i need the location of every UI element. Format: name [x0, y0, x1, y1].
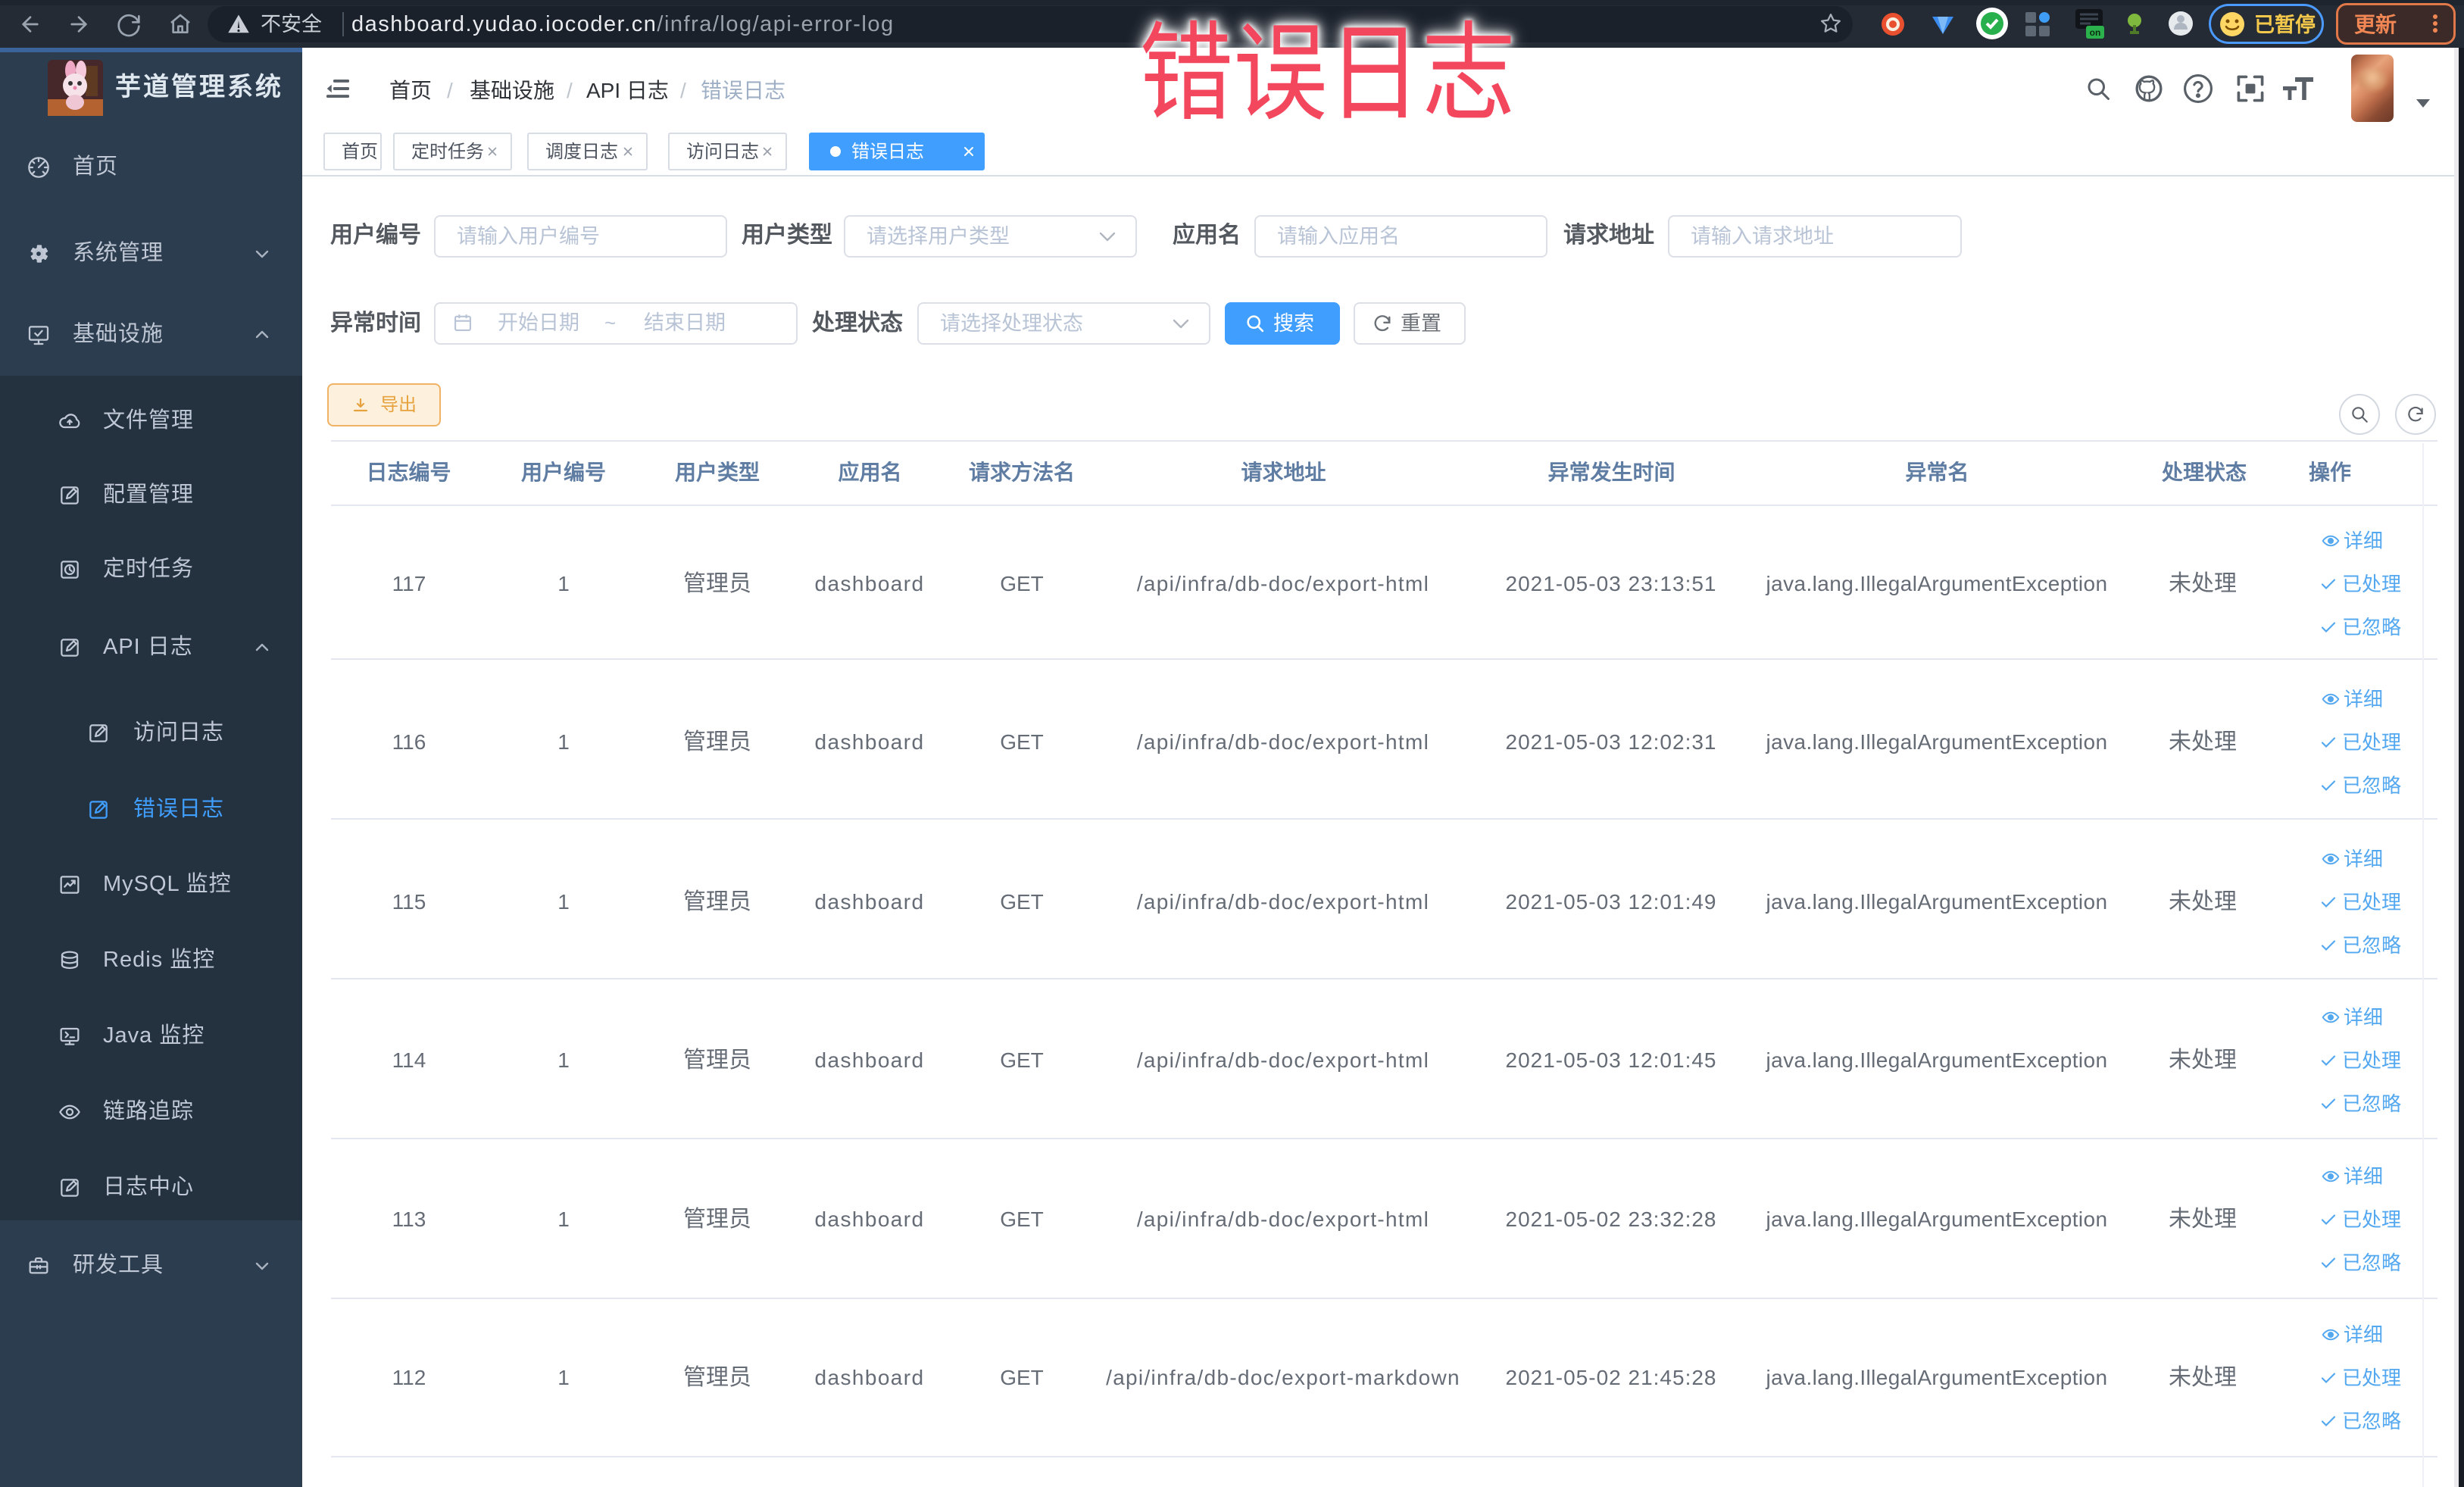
svg-text:on: on — [2090, 27, 2101, 38]
